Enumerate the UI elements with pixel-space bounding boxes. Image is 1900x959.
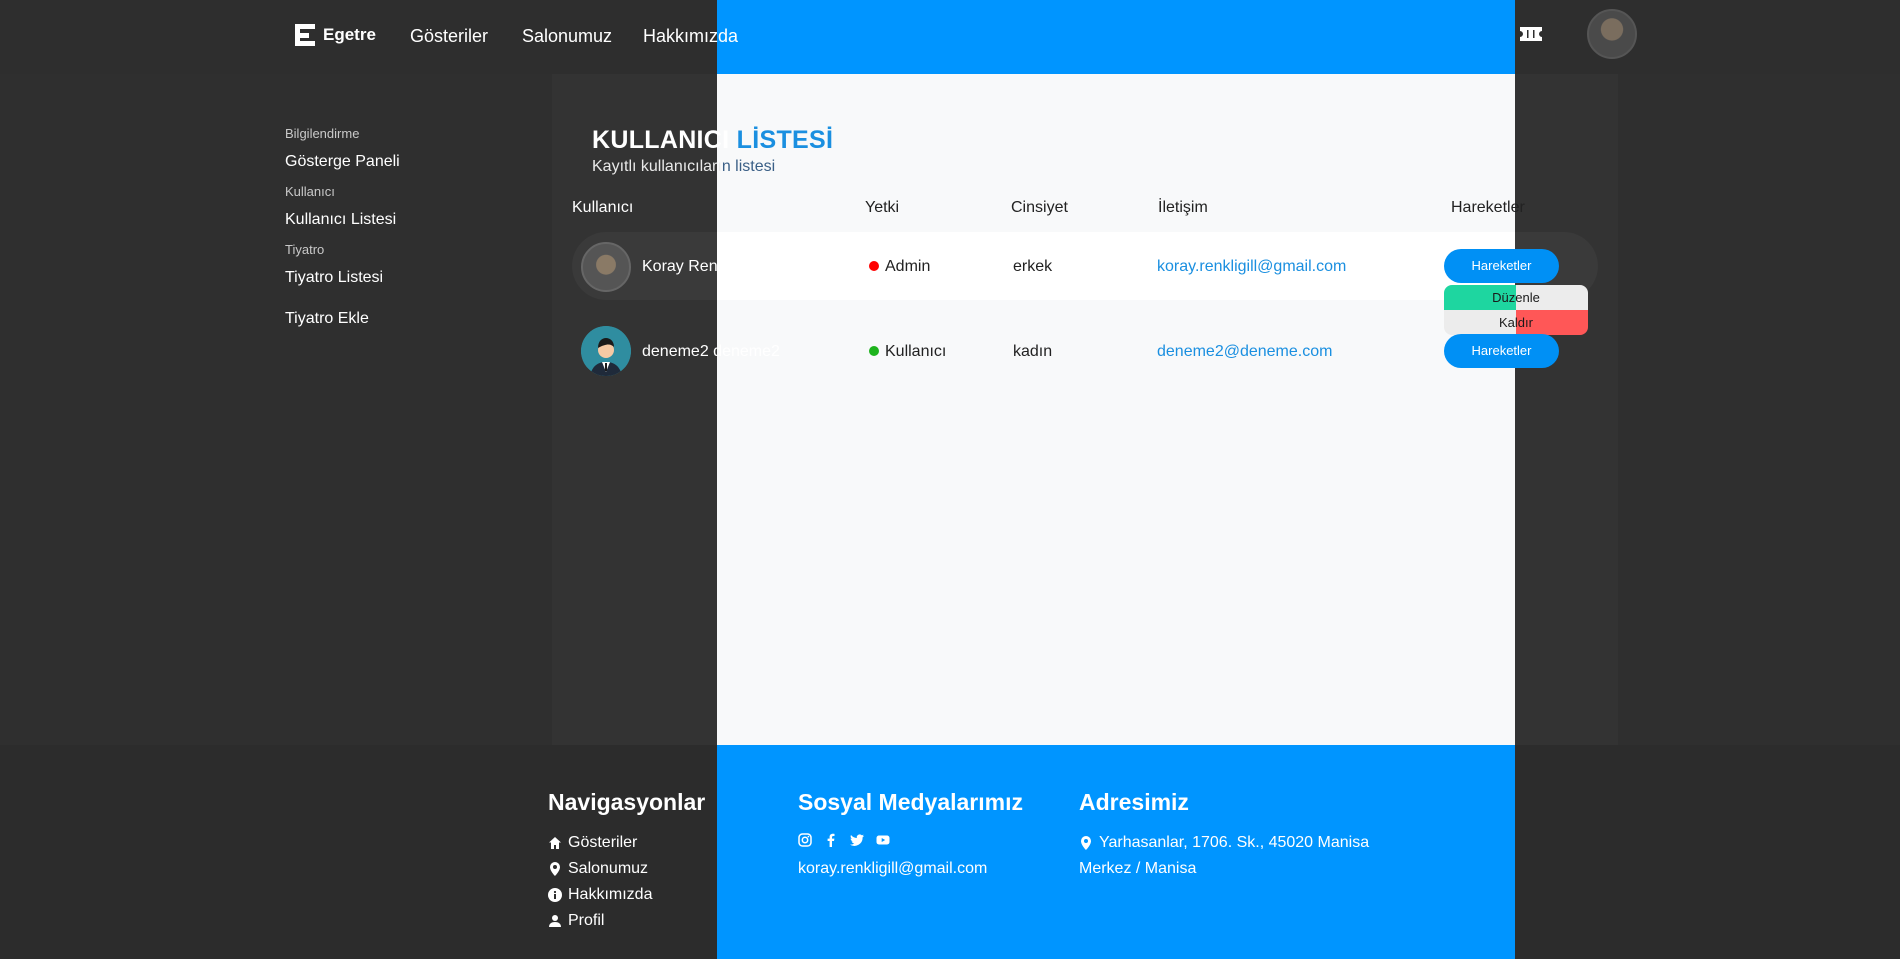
sidebar-category-user: Kullanıcı xyxy=(285,184,335,199)
role-cell: Admin xyxy=(869,258,930,276)
profile-avatar[interactable] xyxy=(1587,9,1637,59)
overlay-bottom xyxy=(717,745,1515,959)
email-link[interactable]: koray.renkligill@gmail.com xyxy=(1157,258,1346,276)
sidebar-category-theatre: Tiyatro xyxy=(285,242,325,257)
footer-link-hall[interactable]: Salonumuz xyxy=(548,860,648,878)
column-header-user: Kullanıcı xyxy=(572,199,634,216)
role-status-dot xyxy=(869,261,879,271)
twitter-icon[interactable] xyxy=(850,833,864,847)
column-header-role: Yetki xyxy=(865,199,900,216)
home-icon xyxy=(549,837,561,849)
user-name: deneme2 deneme2 xyxy=(642,343,780,360)
actions-button[interactable]: Hareketler xyxy=(1444,249,1559,283)
column-header-contact: İletişim xyxy=(1158,199,1208,216)
column-header-actions: Hareketler xyxy=(1451,199,1525,216)
nav-link-about[interactable]: Hakkımızda xyxy=(643,26,738,47)
role-cell: Kullanıcı xyxy=(869,343,946,361)
info-icon xyxy=(548,888,562,902)
table-row[interactable]: deneme2 deneme2 xyxy=(642,343,780,361)
page-title: KULLANICI LİSTESİ xyxy=(592,126,833,155)
email-link[interactable]: deneme2@deneme.com xyxy=(1157,343,1332,361)
page-subtitle-part1: Kayıtlı kullanıcıları xyxy=(592,158,722,175)
brand[interactable]: Egetre xyxy=(295,24,376,46)
gender-cell: erkek xyxy=(1013,258,1053,275)
footer-address-title: Adresimiz xyxy=(1079,789,1189,815)
footer-address: Yarhasanlar, 1706. Sk., 45020 Manisa xyxy=(1079,834,1369,852)
nav-link-shows[interactable]: Gösteriler xyxy=(410,26,488,47)
ticket-icon[interactable] xyxy=(1519,26,1543,42)
footer-link-label: Hakkımızda xyxy=(568,886,653,903)
social-icons xyxy=(798,833,890,847)
edit-menu-item[interactable]: Düzenle xyxy=(1444,285,1588,310)
nav-link-hall[interactable]: Salonumuz xyxy=(522,26,612,47)
sidebar-item-dashboard[interactable]: Gösterge Paneli xyxy=(285,153,400,171)
delete-menu-item[interactable]: Kaldır xyxy=(1444,310,1588,335)
avatar xyxy=(581,326,631,376)
footer-social-email[interactable]: koray.renkligill@gmail.com xyxy=(798,860,987,878)
location-pin-icon xyxy=(1081,836,1091,850)
column-header-gender: Cinsiyet xyxy=(1011,199,1068,216)
footer-link-profile[interactable]: Profil xyxy=(548,912,604,930)
table-row[interactable]: Koray Renkligil xyxy=(642,258,749,276)
page-subtitle: Kayıtlı kullanıcıların listesi xyxy=(592,158,775,176)
actions-button[interactable]: Hareketler xyxy=(1444,334,1559,368)
footer-social-title: Sosyal Medyalarımız xyxy=(798,789,1023,815)
table-row-highlight-light xyxy=(717,232,1515,300)
avatar xyxy=(581,242,631,292)
role-label: Kullanıcı xyxy=(885,343,947,360)
footer-nav-title: Navigasyonlar xyxy=(548,789,706,815)
sidebar-item-theatre-list[interactable]: Tiyatro Listesi xyxy=(285,269,383,287)
footer-link-about[interactable]: Hakkımızda xyxy=(548,886,652,904)
role-label: Admin xyxy=(885,258,931,275)
sidebar-item-add-theatre[interactable]: Tiyatro Ekle xyxy=(285,310,369,328)
brand-name: Egetre xyxy=(323,25,376,44)
footer-link-label: Gösteriler xyxy=(568,834,638,851)
footer-link-label: Salonumuz xyxy=(568,860,649,877)
page-title-part1: KULLANICI xyxy=(592,126,730,154)
user-icon xyxy=(549,915,561,927)
footer-link-shows[interactable]: Gösteriler xyxy=(548,834,637,852)
footer-link-label: Profil xyxy=(568,912,605,929)
sidebar-item-user-list[interactable]: Kullanıcı Listesi xyxy=(285,211,396,229)
gender-cell: kadın xyxy=(1013,343,1053,360)
youtube-icon[interactable] xyxy=(876,833,890,847)
address-line-1: Yarhasanlar, 1706. Sk., 45020 Manisa xyxy=(1099,834,1370,851)
page-subtitle-part2: n listesi xyxy=(721,158,776,175)
user-name: Koray Renkligil xyxy=(642,258,749,275)
sidebar-category-info: Bilgilendirme xyxy=(285,126,360,141)
instagram-icon[interactable] xyxy=(798,833,812,847)
brand-logo-icon xyxy=(295,24,315,46)
overlay-middle xyxy=(717,74,1515,745)
role-status-dot xyxy=(869,346,879,356)
address-line-2: Merkez / Manisa xyxy=(1079,860,1197,877)
facebook-icon[interactable] xyxy=(824,833,838,847)
location-pin-icon xyxy=(550,862,560,876)
overlay-top xyxy=(717,0,1515,74)
page-title-part2: LİSTESİ xyxy=(736,126,834,154)
